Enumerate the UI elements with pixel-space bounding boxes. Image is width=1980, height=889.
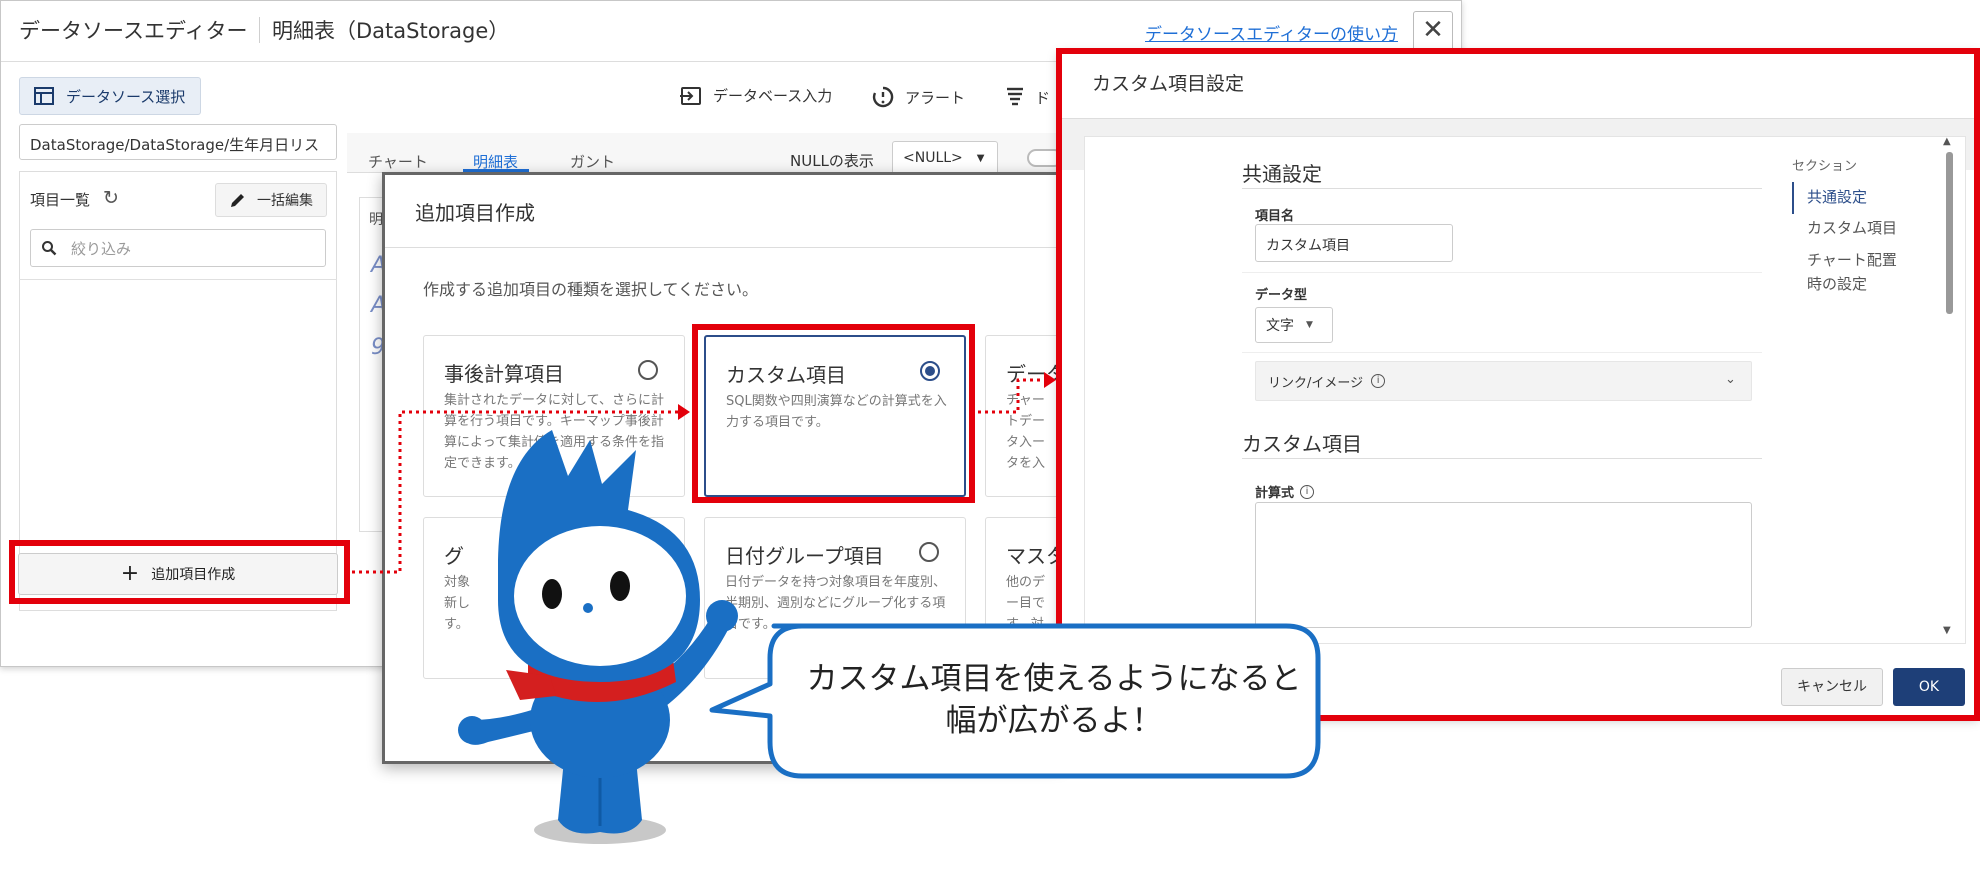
arrowhead — [1044, 372, 1056, 388]
speech-line-2: 幅が広がるよ！ — [945, 703, 1163, 739]
arrow-custom-to-panel — [978, 378, 1050, 414]
speech-bubble-text: カスタム項目を使えるようになると 幅が広がるよ！ — [792, 658, 1316, 742]
speech-line-1: カスタム項目を使えるようになると — [806, 661, 1302, 697]
arrowhead — [678, 404, 690, 420]
